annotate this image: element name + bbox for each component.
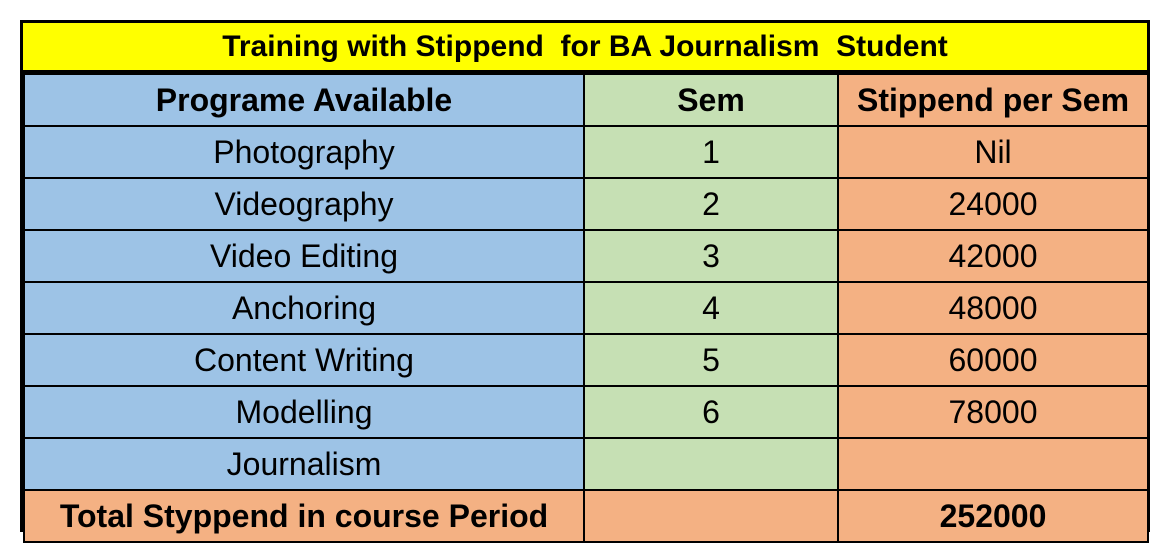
table-row: Photography 1 Nil: [23, 125, 1149, 179]
program-cell: Photography: [23, 125, 585, 179]
stipend-table-sheet: Training with Stippend for BA Journalism…: [20, 20, 1150, 543]
stipend-cell: 60000: [837, 333, 1149, 387]
table-row: Videography 2 24000: [23, 177, 1149, 231]
program-cell: Videography: [23, 177, 585, 231]
stipend-cell: 42000: [837, 229, 1149, 283]
total-label: Total Styppend in course Period: [23, 489, 585, 543]
sem-cell: 1: [583, 125, 839, 179]
table-title: Training with Stippend for BA Journalism…: [23, 23, 1147, 73]
stipend-cell: 24000: [837, 177, 1149, 231]
total-value: 252000: [837, 489, 1149, 543]
sem-cell: 4: [583, 281, 839, 335]
stipend-cell: Nil: [837, 125, 1149, 179]
header-program: Programe Available: [23, 73, 585, 127]
header-row: Programe Available Sem Stippend per Sem: [23, 73, 1149, 127]
stipend-cell: 78000: [837, 385, 1149, 439]
program-cell: Anchoring: [23, 281, 585, 335]
table-row: Anchoring 4 48000: [23, 281, 1149, 335]
total-sem-cell: [583, 489, 839, 543]
sem-cell: 6: [583, 385, 839, 439]
header-sem: Sem: [583, 73, 839, 127]
sem-cell: [583, 437, 839, 491]
program-cell: Modelling: [23, 385, 585, 439]
program-cell: Journalism: [23, 437, 585, 491]
sem-cell: 2: [583, 177, 839, 231]
program-cell: Content Writing: [23, 333, 585, 387]
total-row: Total Styppend in course Period 252000: [23, 489, 1149, 543]
table-row: Modelling 6 78000: [23, 385, 1149, 439]
header-stipend: Stippend per Sem: [837, 73, 1149, 127]
table-row: Video Editing 3 42000: [23, 229, 1149, 283]
stipend-cell: [837, 437, 1149, 491]
sem-cell: 3: [583, 229, 839, 283]
table-row: Journalism: [23, 437, 1149, 491]
stipend-cell: 48000: [837, 281, 1149, 335]
stipend-table: Programe Available Sem Stippend per Sem …: [23, 73, 1149, 543]
sem-cell: 5: [583, 333, 839, 387]
table-row: Content Writing 5 60000: [23, 333, 1149, 387]
program-cell: Video Editing: [23, 229, 585, 283]
